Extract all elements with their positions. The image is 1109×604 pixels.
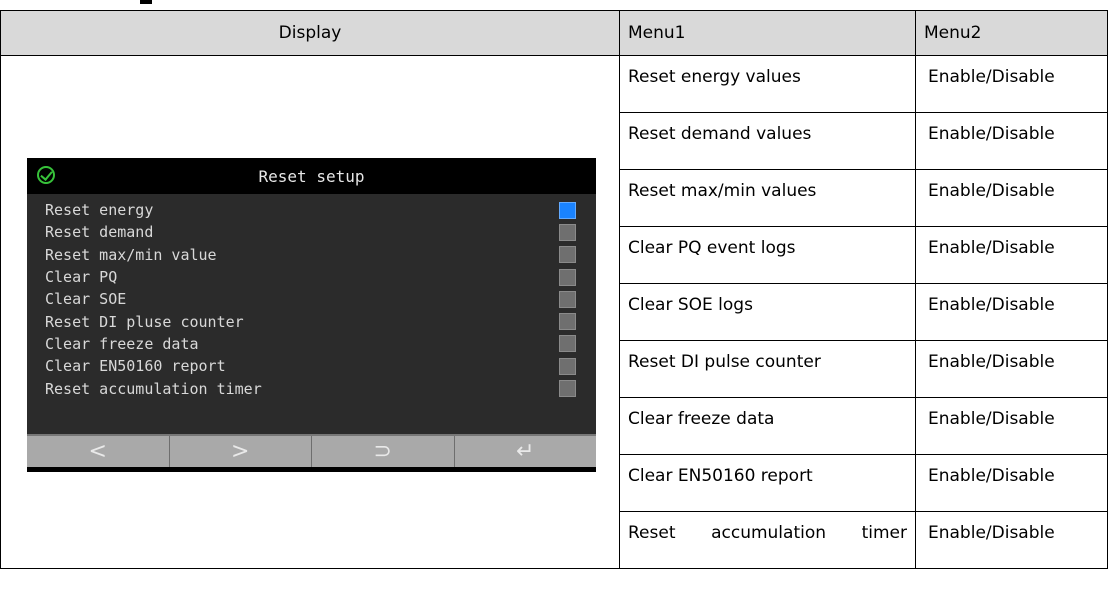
screen-title: Reset setup (258, 167, 365, 186)
checkbox[interactable] (559, 223, 576, 241)
menu1-cell: Clear SOE logs (619, 283, 916, 341)
menu2-cell: Enable/Disable (915, 112, 1108, 170)
checkbox[interactable] (559, 380, 576, 398)
menu2-cell: Enable/Disable (915, 169, 1108, 227)
option-label: Clear SOE (45, 290, 127, 309)
menu1-cell: Reset max/min values (619, 169, 916, 227)
header-display: Display (0, 10, 620, 56)
menu2-cell: Enable/Disable (915, 226, 1108, 284)
menu-option-clear-en50160[interactable]: Clear EN50160 report (27, 355, 596, 377)
menu2-cell: Enable/Disable (915, 397, 1108, 455)
menu2-cell: Enable/Disable (915, 454, 1108, 512)
option-label: Clear EN50160 report (45, 357, 226, 376)
option-label: Reset max/min value (45, 245, 217, 264)
screen-menu-list: Reset energy Reset demand Reset max/min … (27, 194, 596, 434)
checkbox[interactable] (559, 290, 576, 308)
menu-option-reset-max-min[interactable]: Reset max/min value (27, 244, 596, 266)
table-row: Reset setup Reset energy Reset demand Re… (0, 55, 1108, 569)
menu-option-reset-accumulation[interactable]: Reset accumulation timer (27, 377, 596, 399)
enter-icon[interactable]: ↵ (455, 436, 597, 467)
header-menu1: Menu1 (619, 10, 916, 56)
option-label: Reset energy (45, 201, 154, 220)
menu-option-clear-soe[interactable]: Clear SOE (27, 288, 596, 310)
menu-option-clear-pq[interactable]: Clear PQ (27, 266, 596, 288)
screen-header: Reset setup (27, 158, 596, 194)
menu-option-clear-freeze[interactable]: Clear freeze data (27, 333, 596, 355)
screen-footer: < > ⊃ ↵ (27, 434, 596, 467)
menu-option-reset-demand[interactable]: Reset demand (27, 221, 596, 243)
menu2-cell: Enable/Disable (915, 511, 1108, 569)
option-label: Clear freeze data (45, 334, 199, 353)
menu1-cell: Clear freeze data (619, 397, 916, 455)
menu1-cell: Clear EN50160 report (619, 454, 916, 512)
left-arrow-icon[interactable]: < (27, 436, 170, 467)
menu-option-reset-di-counter[interactable]: Reset DI pluse counter (27, 310, 596, 332)
reset-setup-table: Display Menu1 Menu2 Reset setup Reset en… (0, 10, 1108, 569)
menu2-cell: Enable/Disable (915, 55, 1108, 113)
menu-option-reset-energy[interactable]: Reset energy (27, 199, 596, 221)
heading-fragment (130, 0, 160, 7)
checkbox[interactable] (559, 313, 576, 331)
back-icon[interactable]: ⊃ (312, 436, 455, 467)
checkbox[interactable] (559, 268, 576, 286)
checkbox[interactable] (559, 335, 576, 353)
menu1-cell: Reset DI pulse counter (619, 340, 916, 398)
header-menu2: Menu2 (915, 10, 1108, 56)
checkbox[interactable] (559, 246, 576, 264)
menu2-cell: Enable/Disable (915, 340, 1108, 398)
option-label: Reset demand (45, 223, 154, 242)
menu1-cell: Clear PQ event logs (619, 226, 916, 284)
option-label: Clear PQ (45, 268, 118, 287)
menu1-cell: Reset accumulation timer (619, 511, 916, 569)
table-header-row: Display Menu1 Menu2 (0, 10, 1108, 56)
display-cell: Reset setup Reset energy Reset demand Re… (0, 55, 620, 569)
device-screen: Reset setup Reset energy Reset demand Re… (27, 158, 596, 472)
right-arrow-icon[interactable]: > (170, 436, 312, 467)
option-label: Reset DI pluse counter (45, 312, 244, 331)
menu1-cell: Reset energy values (619, 55, 916, 113)
checkbox[interactable] (559, 357, 576, 375)
menu2-cell: Enable/Disable (915, 283, 1108, 341)
checkbox[interactable] (559, 201, 576, 219)
option-label: Reset accumulation timer (45, 379, 262, 398)
menu1-cell: Reset demand values (619, 112, 916, 170)
